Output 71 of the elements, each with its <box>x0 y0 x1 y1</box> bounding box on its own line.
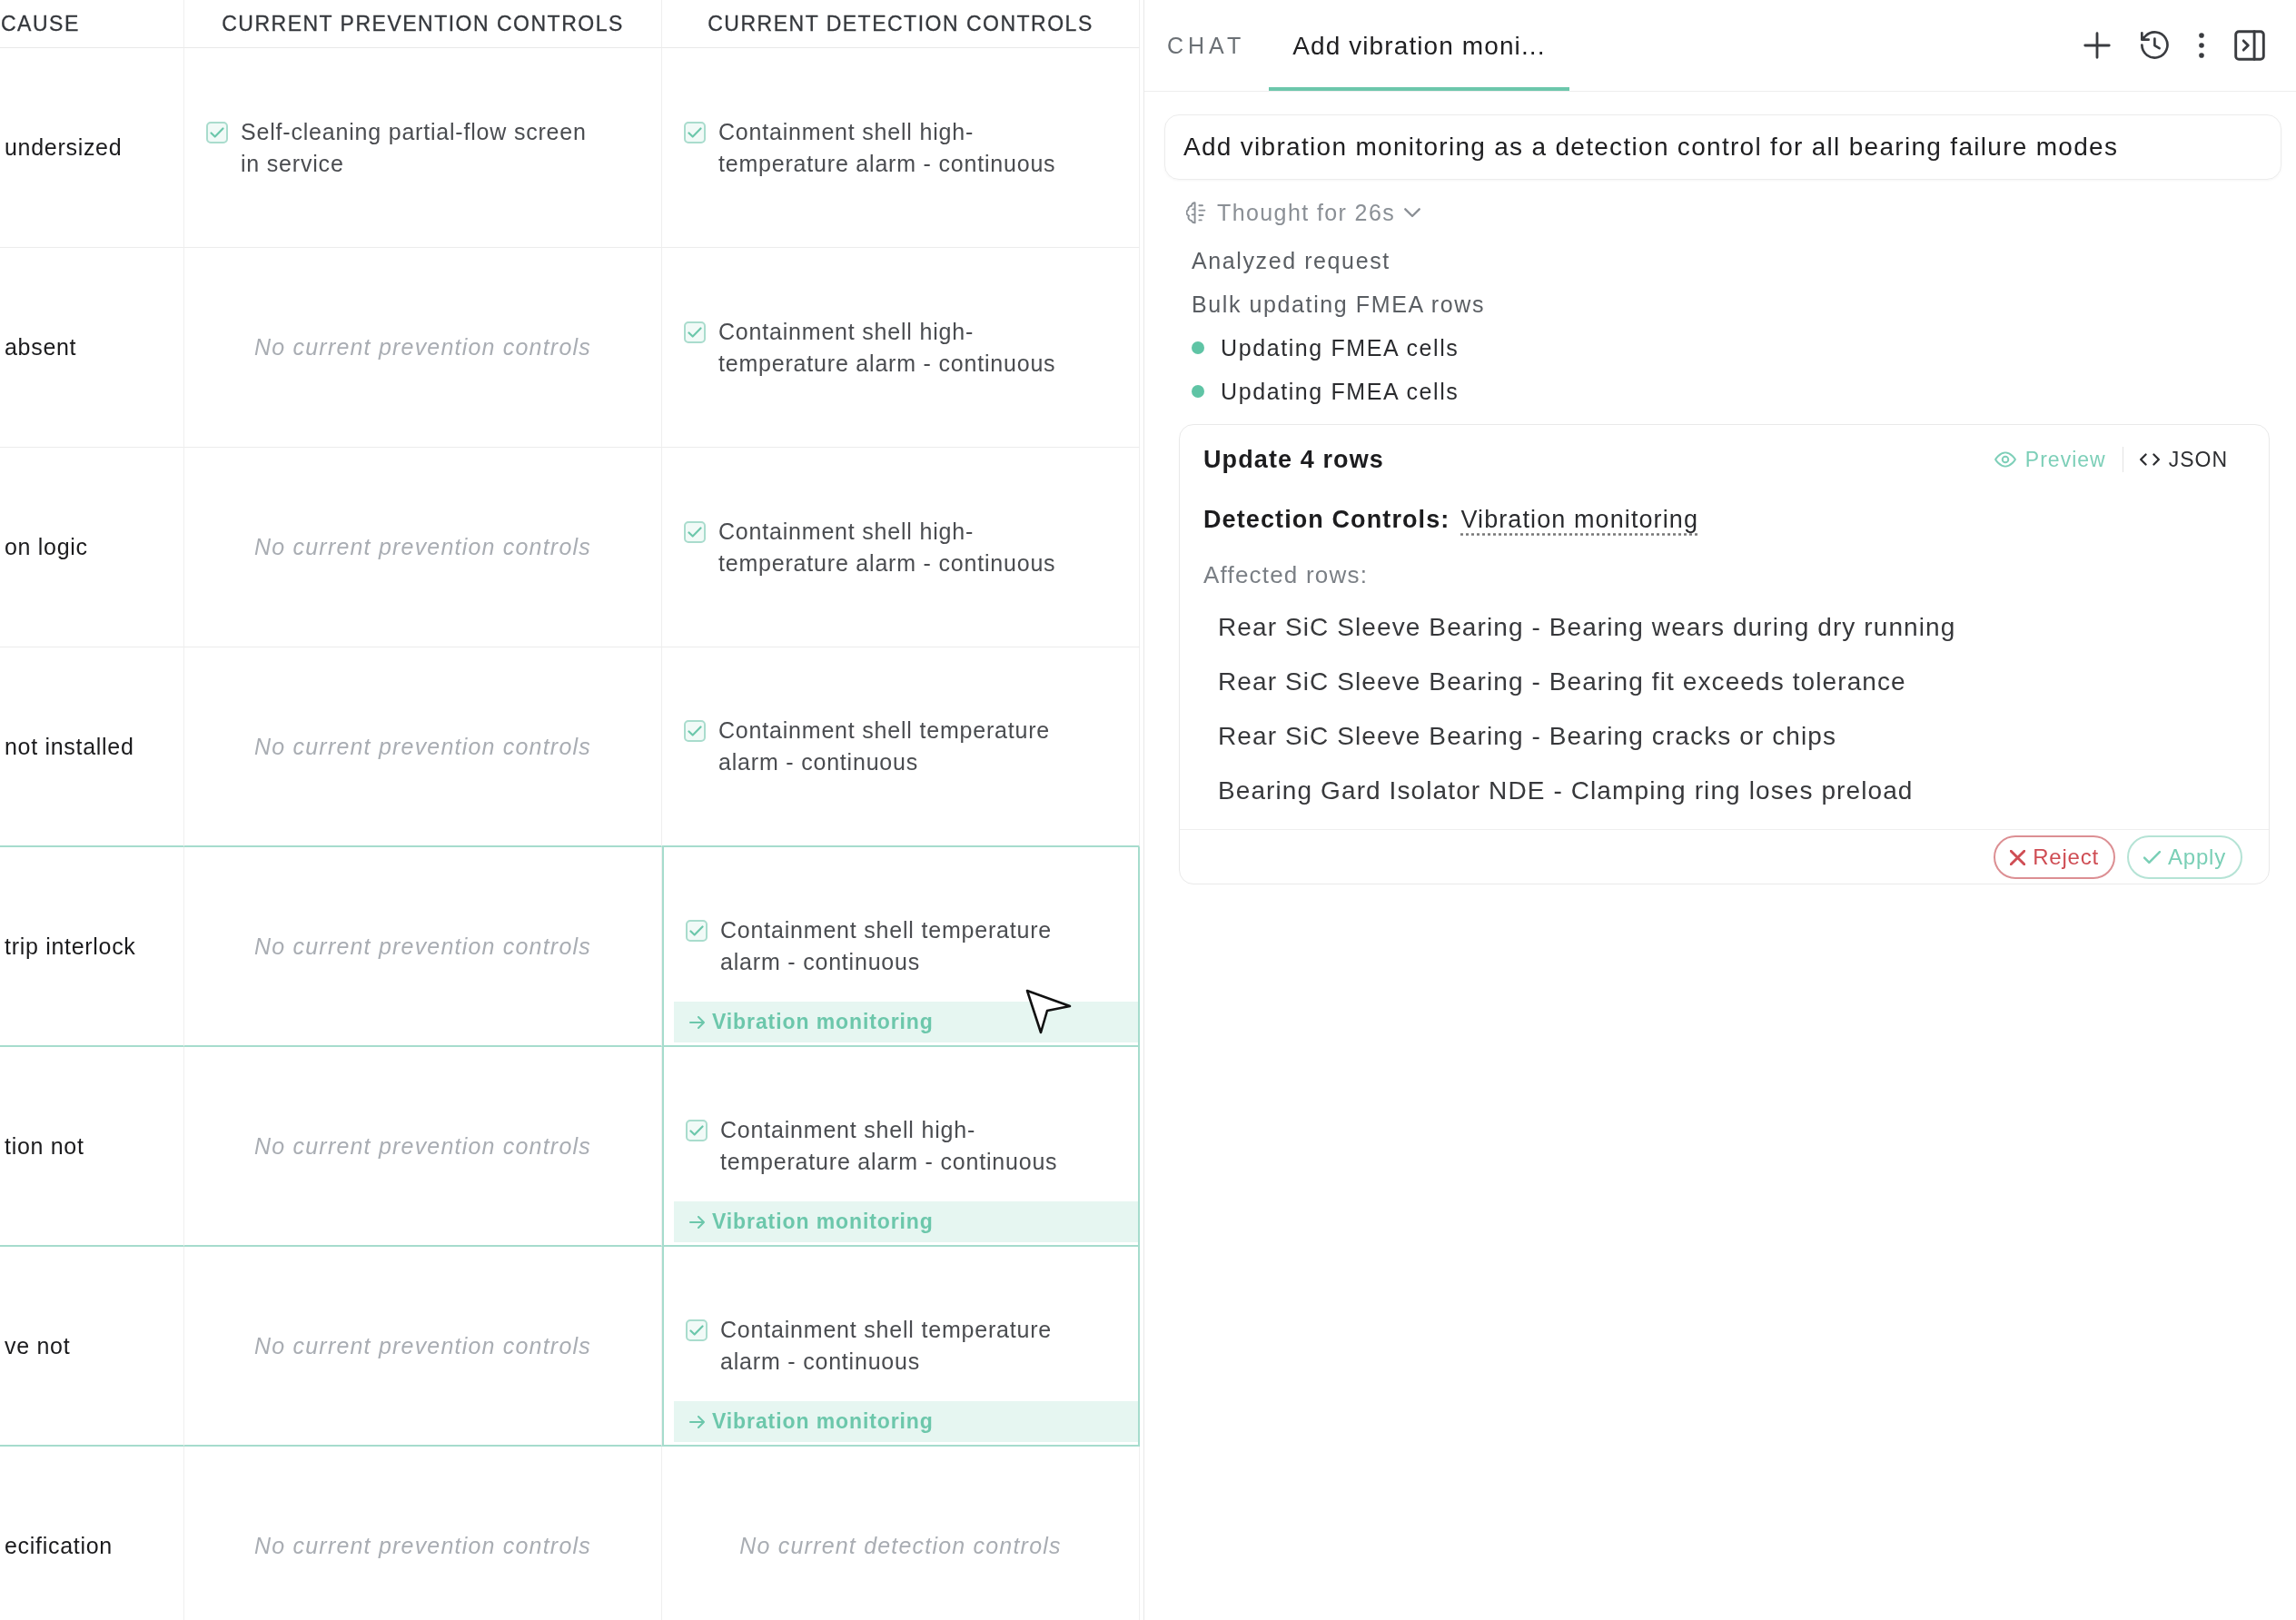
empty-message: No current prevention controls <box>254 1332 591 1359</box>
eye-icon <box>1994 451 2016 468</box>
field-value: Vibration monitoring <box>1460 505 1699 534</box>
affected-row: Bearing Gard Isolator NDE - Clamping ring loses preload <box>1218 776 1914 805</box>
more-icon[interactable] <box>2198 33 2205 58</box>
control-text: Containment shell temperature alarm - continuous <box>720 1316 1054 1376</box>
cause-text: absent <box>5 334 77 361</box>
control-text: Self-cleaning partial-flow screen in service <box>241 117 588 178</box>
control-text: Containment shell high-temperature alarm - continuous <box>720 1116 1059 1176</box>
plus-icon[interactable] <box>2083 32 2111 59</box>
empty-message: No current prevention controls <box>254 334 591 361</box>
cause-text: not installed <box>5 733 134 760</box>
view-toggle[interactable]: JSON <box>2139 447 2228 472</box>
cause-text: undersized <box>5 134 123 161</box>
cause-text: ve not <box>5 1332 71 1359</box>
arrow-right-icon <box>689 1215 705 1229</box>
history-icon[interactable] <box>2140 31 2169 60</box>
section-label: Affected rows: <box>1203 559 1369 590</box>
checkbox[interactable] <box>686 920 708 942</box>
empty-message: No current prevention controls <box>254 1533 591 1559</box>
card-title: Update 4 rows <box>1203 445 1384 474</box>
thought-toggle[interactable]: Thought for 26s <box>1186 196 1421 229</box>
suggestion-text: Vibration monitoring <box>712 1010 934 1034</box>
checkbox[interactable] <box>686 1120 708 1141</box>
code-icon <box>2139 453 2160 466</box>
step-text: Updating FMEA cells <box>1221 378 1460 405</box>
panel-toggle-icon[interactable] <box>2234 30 2265 61</box>
checkbox[interactable] <box>686 1319 708 1341</box>
panel-title: CHAT <box>1167 32 1246 59</box>
status-dot-icon <box>1192 341 1204 354</box>
step-text: Updating FMEA cells <box>1221 334 1460 361</box>
cause-text: tion not <box>5 1132 84 1160</box>
empty-message: No current prevention controls <box>254 534 591 560</box>
checkbox[interactable] <box>684 720 706 742</box>
checkbox[interactable] <box>684 520 706 543</box>
x-icon <box>2010 849 2026 865</box>
control-text: Containment shell temperature alarm - continuous <box>718 716 1052 776</box>
arrow-right-icon <box>689 1015 705 1029</box>
step-text: Bulk updating FMEA rows <box>1192 291 1486 318</box>
checkbox[interactable] <box>684 321 706 343</box>
checkbox[interactable] <box>684 121 706 143</box>
cause-text: trip interlock <box>5 933 136 960</box>
affected-row: Rear SiC Sleeve Bearing - Bearing wears during dry running <box>1218 613 1956 642</box>
empty-message: No current prevention controls <box>254 733 591 760</box>
status-dot-icon <box>1192 385 1204 398</box>
step-text: Analyzed request <box>1192 247 1390 274</box>
column-header: CAUSE <box>0 0 184 48</box>
check-icon <box>2143 851 2161 864</box>
control-text: Containment shell high-temperature alarm - continuous <box>718 117 1057 178</box>
checkbox[interactable] <box>206 121 228 143</box>
empty-message: No current detection controls <box>739 1533 1062 1559</box>
empty-message: No current prevention controls <box>254 933 591 960</box>
user-message: Add vibration monitoring as a detection control for all bearing failure modes <box>1164 114 2281 180</box>
affected-row: Rear SiC Sleeve Bearing - Bearing cracks or chips <box>1218 722 1837 751</box>
chat-tab[interactable]: Add vibration moni... <box>1269 0 1569 91</box>
column-header: CURRENT PREVENTION CONTROLS <box>184 0 662 48</box>
empty-message: No current prevention controls <box>254 1132 591 1160</box>
brain-icon <box>1186 201 1208 224</box>
field-label: Detection Controls: <box>1203 505 1450 534</box>
cause-text: ecification <box>5 1533 113 1559</box>
cause-text: on logic <box>5 534 88 560</box>
arrow-right-icon <box>689 1415 705 1428</box>
control-text: Containment shell high-temperature alarm - continuous <box>718 517 1057 578</box>
suggestion-text: Vibration monitoring <box>712 1210 934 1234</box>
reject-button[interactable]: Reject <box>1994 835 2115 879</box>
suggestion-text: Vibration monitoring <box>712 1409 934 1434</box>
affected-row: Rear SiC Sleeve Bearing - Bearing fit exceeds tolerance <box>1218 667 1906 696</box>
cursor-icon <box>1024 988 1072 1035</box>
column-header: CURRENT DETECTION CONTROLS <box>662 0 1140 48</box>
control-text: Containment shell temperature alarm - continuous <box>720 916 1054 976</box>
control-text: Containment shell high-temperature alarm - continuous <box>718 317 1057 378</box>
